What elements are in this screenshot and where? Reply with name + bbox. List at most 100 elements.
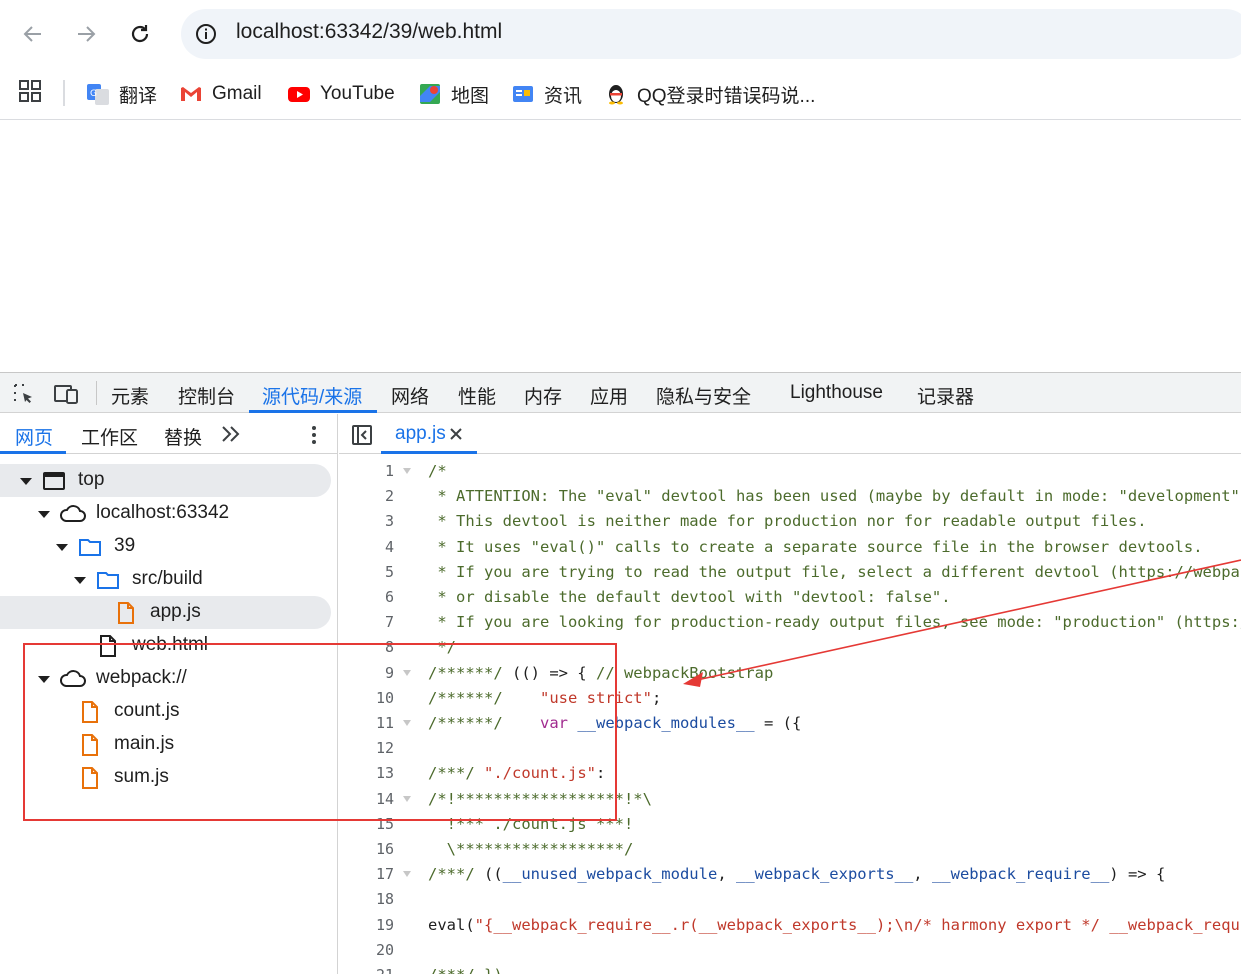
more-tabs-button[interactable] bbox=[220, 424, 242, 449]
line-number[interactable]: 4 bbox=[339, 535, 394, 560]
expand-arrow-icon[interactable] bbox=[20, 478, 32, 485]
line-number[interactable]: 18 bbox=[339, 887, 394, 912]
bookmark-label: YouTube bbox=[320, 83, 395, 104]
tab-network[interactable]: 网络 bbox=[391, 382, 429, 409]
tab-recorder[interactable]: 记录器 bbox=[917, 382, 974, 409]
tree-label: web.html bbox=[132, 634, 209, 655]
bookmark-qq[interactable]: QQ登录时错误码说... bbox=[604, 78, 815, 110]
code-line: 3 * This devtool is neither made for pro… bbox=[339, 509, 1241, 534]
apps-grid-icon bbox=[19, 80, 41, 102]
code-token: * This devtool is neither made for produ… bbox=[428, 512, 1147, 531]
tree-item-folder-39[interactable]: 39 bbox=[0, 530, 337, 563]
bookmark-translate[interactable]: G 翻译 bbox=[86, 78, 157, 110]
line-number[interactable]: 13 bbox=[339, 761, 394, 786]
line-number[interactable]: 1 bbox=[339, 459, 394, 484]
fold-arrow-icon[interactable] bbox=[403, 468, 411, 474]
line-number[interactable]: 7 bbox=[339, 610, 394, 635]
tab-overrides[interactable]: 替换 bbox=[164, 423, 202, 450]
tree-item-web-html[interactable]: web.html bbox=[0, 629, 337, 662]
tab-application[interactable]: 应用 bbox=[590, 382, 628, 409]
line-number[interactable]: 11 bbox=[339, 711, 394, 736]
line-number[interactable]: 16 bbox=[339, 837, 394, 862]
code-token: * It uses "eval()" calls to create a sep… bbox=[428, 537, 1203, 556]
code-token: !*** ./count.js ***! bbox=[428, 814, 634, 833]
code-token: /* bbox=[428, 462, 447, 480]
tab-page[interactable]: 网页 bbox=[15, 423, 53, 450]
tree-item-localhost[interactable]: localhost:63342 bbox=[0, 497, 337, 530]
tab-console[interactable]: 控制台 bbox=[178, 382, 235, 409]
line-number[interactable]: 19 bbox=[339, 913, 394, 938]
fold-arrow-icon[interactable] bbox=[403, 795, 411, 802]
address-bar[interactable]: localhost:63342/39/web.html bbox=[181, 9, 1241, 59]
tree-label: 39 bbox=[114, 535, 136, 556]
code-token: ; bbox=[651, 688, 662, 707]
line-number[interactable]: 3 bbox=[339, 509, 394, 534]
line-number[interactable]: 6 bbox=[339, 585, 394, 610]
code-editor[interactable]: 1 /* 2 * ATTENTION: The "eval" devtool has… bbox=[339, 455, 1241, 974]
tab-lighthouse[interactable]: Lighthouse bbox=[790, 382, 883, 404]
expand-arrow-icon[interactable] bbox=[38, 511, 50, 518]
line-number[interactable]: 15 bbox=[339, 812, 394, 837]
expand-arrow-icon[interactable] bbox=[74, 577, 86, 584]
line-number[interactable]: 20 bbox=[339, 938, 394, 963]
line-number[interactable]: 17 bbox=[339, 862, 394, 887]
apps-button[interactable] bbox=[17, 78, 43, 109]
gmail-icon bbox=[179, 82, 203, 106]
bookmark-gmail[interactable]: Gmail bbox=[179, 78, 262, 110]
tree-item-top[interactable]: top bbox=[0, 464, 331, 497]
tab-performance[interactable]: 性能 bbox=[458, 382, 496, 409]
tab-workspace[interactable]: 工作区 bbox=[81, 423, 138, 450]
tree-item-count-js[interactable]: count.js bbox=[0, 695, 337, 728]
tree-item-main-js[interactable]: main.js bbox=[0, 728, 337, 761]
back-button[interactable] bbox=[13, 14, 53, 54]
code-token: , bbox=[913, 865, 932, 884]
line-number[interactable]: 14 bbox=[339, 787, 394, 812]
line-number[interactable]: 8 bbox=[339, 635, 394, 660]
code-text: * This devtool is neither made for produ… bbox=[428, 509, 1147, 534]
navigator-menu-button[interactable] bbox=[304, 423, 324, 452]
line-number[interactable]: 2 bbox=[339, 484, 394, 509]
tab-sources[interactable]: 源代码/来源 bbox=[262, 382, 362, 409]
tree-label: count.js bbox=[114, 700, 180, 721]
code-token: var bbox=[539, 714, 568, 732]
bookmark-news[interactable]: 资讯 bbox=[511, 78, 582, 110]
inspect-element-button[interactable] bbox=[12, 382, 36, 411]
fold-arrow-icon[interactable] bbox=[403, 720, 411, 726]
js-file-icon bbox=[82, 734, 98, 756]
reload-button[interactable] bbox=[120, 14, 160, 54]
expand-arrow-icon[interactable] bbox=[56, 544, 68, 551]
tab-elements[interactable]: 元素 bbox=[111, 382, 149, 409]
tree-item-sum-js[interactable]: sum.js bbox=[0, 761, 337, 794]
close-tab-button[interactable] bbox=[449, 427, 463, 446]
code-line: 13 /***/ "./count.js": bbox=[339, 761, 1241, 786]
tab-memory[interactable]: 内存 bbox=[524, 382, 562, 409]
line-number[interactable]: 21 bbox=[339, 963, 394, 974]
bookmark-youtube[interactable]: YouTube bbox=[287, 78, 395, 110]
tab-privacy-security[interactable]: 隐私与安全 bbox=[656, 382, 751, 409]
toggle-navigator-button[interactable] bbox=[350, 423, 374, 452]
bookmark-maps[interactable]: 地图 bbox=[418, 78, 489, 110]
fold-arrow-icon[interactable] bbox=[403, 871, 411, 878]
site-info-icon[interactable] bbox=[195, 23, 217, 45]
editor-tab-app-js[interactable]: app.js bbox=[395, 423, 446, 445]
code-token: "./count.js" bbox=[484, 764, 596, 783]
code-text: /*!******************!*\ bbox=[428, 787, 652, 812]
line-number[interactable]: 5 bbox=[339, 560, 394, 585]
code-text: /******/ "use strict"; bbox=[428, 686, 661, 711]
line-number[interactable]: 9 bbox=[339, 661, 394, 686]
expand-arrow-icon[interactable] bbox=[38, 676, 50, 683]
fold-arrow-icon[interactable] bbox=[403, 669, 411, 676]
code-line: 7 * If you are looking for production-re… bbox=[339, 610, 1241, 635]
line-number[interactable]: 10 bbox=[339, 686, 394, 711]
tree-item-folder-src-build[interactable]: src/build bbox=[0, 563, 337, 596]
forward-button[interactable] bbox=[66, 14, 106, 54]
editor-tab-bar: app.js bbox=[339, 414, 1241, 454]
device-toolbar-button[interactable] bbox=[54, 382, 80, 411]
tree-item-webpack[interactable]: webpack:// bbox=[0, 662, 337, 695]
code-token: (() => { bbox=[502, 663, 596, 682]
sidebar-toggle-icon bbox=[352, 425, 372, 445]
tree-item-app-js[interactable]: app.js bbox=[0, 596, 331, 629]
line-number[interactable]: 12 bbox=[339, 736, 394, 761]
